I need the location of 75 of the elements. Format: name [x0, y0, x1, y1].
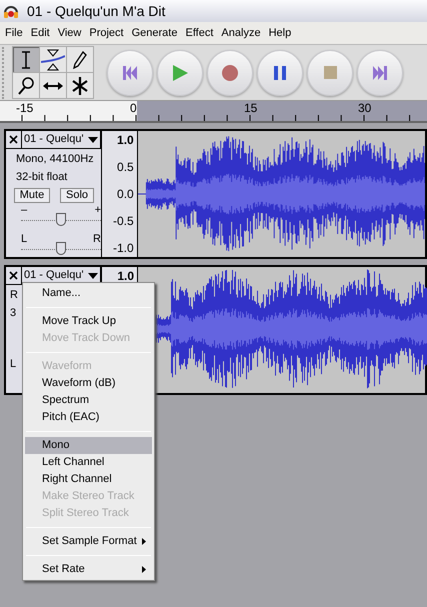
- context-menu-item[interactable]: Set Sample Format: [25, 533, 152, 550]
- close-button[interactable]: [6, 267, 22, 285]
- tool-button[interactable]: [40, 47, 66, 72]
- amplitude-label: 1.0: [117, 132, 134, 148]
- stop-icon: [324, 66, 336, 79]
- slider-label: –: [21, 205, 28, 216]
- amplitude-label: 1.0: [117, 268, 134, 284]
- context-menu-item[interactable]: Mono: [25, 437, 152, 454]
- track-name-dropdown[interactable]: 01 - Quelqu': [22, 131, 101, 149]
- ruler-label: 0: [130, 102, 137, 114]
- skip-back-icon: [123, 66, 137, 80]
- close-icon: [9, 271, 18, 280]
- context-menu-item[interactable]: Set Rate: [25, 561, 152, 578]
- tool-button[interactable]: [67, 73, 93, 98]
- menu-item[interactable]: View: [54, 24, 86, 42]
- slider-label: +: [94, 205, 101, 216]
- ruler-label: 30: [358, 102, 372, 114]
- amplitude-label: -1.0: [113, 240, 134, 256]
- double-arrow-icon: [43, 80, 63, 90]
- tool-button[interactable]: [67, 47, 93, 72]
- magnifier-icon: [18, 76, 34, 94]
- solo-button[interactable]: Solo: [60, 188, 94, 203]
- slider-label: L: [10, 357, 16, 372]
- text-cursor-icon: [20, 50, 32, 68]
- context-menu-item[interactable]: Waveform (dB): [25, 375, 152, 392]
- amplitude-label: 0.5: [117, 159, 134, 175]
- play-icon: [172, 64, 188, 80]
- menu-item[interactable]: Effect: [181, 24, 218, 42]
- context-menu-item[interactable]: Pitch (EAC): [25, 409, 152, 426]
- menu-item[interactable]: Edit: [26, 24, 54, 42]
- slider-label: L: [21, 234, 28, 245]
- menu-item[interactable]: Generate: [128, 24, 182, 42]
- close-button[interactable]: [6, 131, 22, 149]
- skip-forward-icon: [373, 66, 387, 80]
- pencil-icon: [73, 50, 87, 68]
- window-title: 01 - Quelqu'un M'a Dit: [27, 2, 166, 21]
- context-menu-item[interactable]: Name...: [25, 285, 152, 302]
- submenu-arrow-icon: [142, 566, 146, 573]
- transport-button[interactable]: [107, 50, 153, 96]
- menu-item[interactable]: Project: [85, 24, 128, 42]
- transport-button[interactable]: [157, 50, 203, 96]
- submenu-arrow-icon: [142, 538, 146, 545]
- track-format: 3: [10, 306, 16, 320]
- amplitude-label: 0.0: [117, 186, 134, 202]
- context-menu-item[interactable]: Spectrum: [25, 392, 152, 409]
- track-info: R: [10, 288, 18, 303]
- dropdown-triangle-icon: [88, 136, 98, 142]
- record-icon: [222, 64, 238, 80]
- headphones-icon: [3, 3, 19, 19]
- context-menu-item[interactable]: Left Channel: [25, 454, 152, 471]
- menu-item[interactable]: Analyze: [217, 24, 265, 42]
- tool-button[interactable]: [13, 73, 39, 98]
- ruler-label: -15: [16, 102, 34, 114]
- menu-item[interactable]: File: [1, 24, 27, 42]
- context-menu-item[interactable]: Right Channel: [25, 471, 152, 488]
- track-format: 32-bit float: [16, 170, 68, 184]
- transport-button[interactable]: [207, 50, 253, 96]
- mute-button[interactable]: Mute: [14, 188, 50, 203]
- slider-thumb[interactable]: [56, 242, 66, 255]
- track-info: Mono, 44100Hz: [16, 152, 95, 167]
- transport-button[interactable]: [357, 50, 403, 96]
- envelope-icon: [41, 48, 65, 70]
- amplitude-label: -0.5: [113, 213, 134, 229]
- pause-icon: [274, 66, 286, 80]
- slider-label: R: [93, 234, 101, 245]
- context-menu-item[interactable]: Move Track Up: [25, 313, 152, 330]
- ruler-label: 15: [244, 102, 258, 114]
- tool-button[interactable]: [40, 73, 66, 98]
- menu-item[interactable]: Help: [264, 24, 296, 42]
- close-icon: [9, 135, 18, 144]
- tool-button[interactable]: [13, 47, 39, 72]
- asterisk-icon: [72, 76, 88, 94]
- transport-button[interactable]: [257, 50, 303, 96]
- slider-thumb[interactable]: [56, 213, 66, 226]
- dropdown-triangle-icon: [88, 272, 98, 278]
